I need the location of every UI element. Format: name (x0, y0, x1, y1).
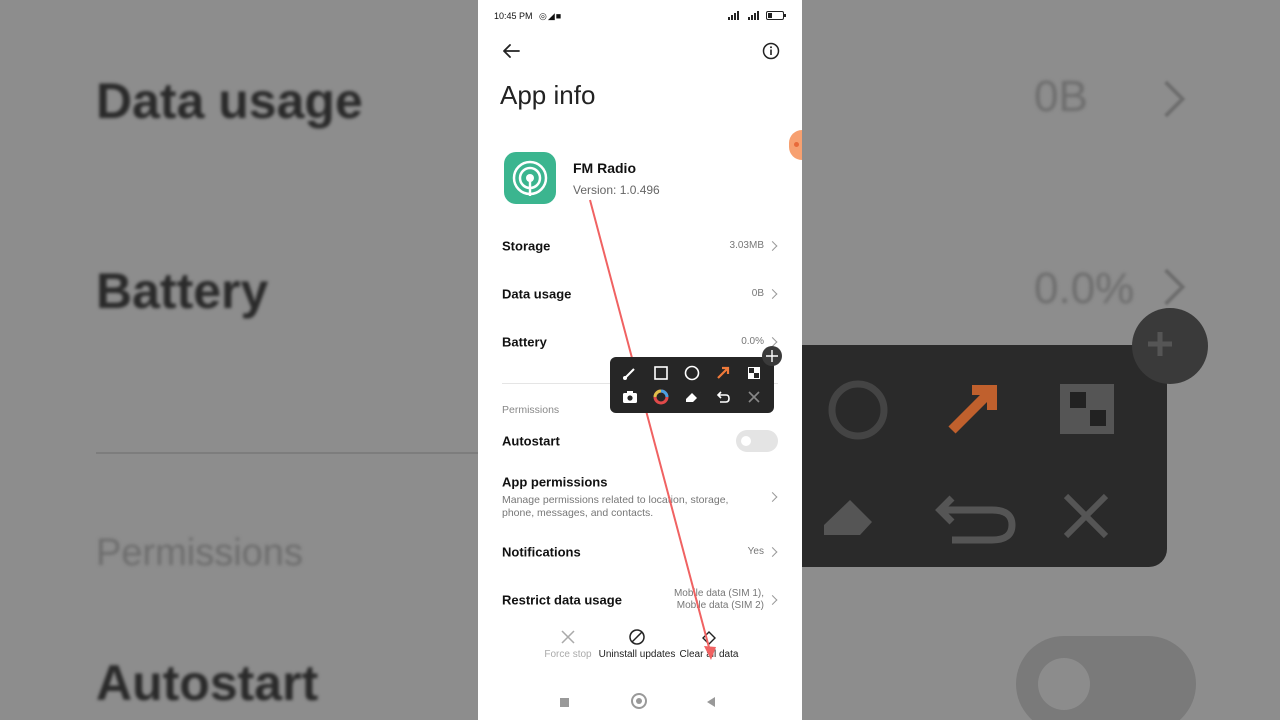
bg-autostart-label: Autostart (96, 655, 319, 711)
system-back-button[interactable] (707, 697, 715, 707)
home-button[interactable] (631, 693, 647, 709)
undo-icon[interactable] (713, 387, 733, 407)
storage-row[interactable]: Storage 3.03MB (502, 226, 778, 266)
close-toolbar-icon[interactable] (744, 387, 764, 407)
bg-divider (96, 452, 478, 454)
signal-icon (727, 11, 740, 21)
chevron-right-icon (767, 547, 778, 557)
force-stop-button[interactable]: Force stop (538, 628, 598, 660)
app-permissions-description: Manage permissions related to location, … (502, 494, 729, 519)
page-title: App info (500, 80, 596, 110)
circle-icon[interactable] (682, 363, 702, 383)
chevron-right-icon (767, 492, 778, 502)
bg-data-usage-label: Data usage (96, 73, 363, 129)
notifications-row[interactable]: Notifications Yes (502, 532, 778, 572)
battery-value: 0.0% (741, 336, 764, 347)
radio-tower-icon (512, 160, 548, 196)
data-usage-row[interactable]: Data usage 0B (502, 274, 778, 314)
status-bar: 10:45 PM ◎◢■ . (494, 10, 786, 24)
bg-chevron-icon (1148, 80, 1186, 118)
annotation-toolbar (610, 357, 774, 413)
autostart-toggle[interactable] (736, 430, 778, 452)
app-version: Version: 1.0.496 (573, 183, 660, 197)
clear-all-data-label: Clear all data (679, 649, 739, 660)
mosaic-icon[interactable] (744, 363, 764, 383)
data-usage-value: 0B (751, 288, 764, 299)
recents-button[interactable] (560, 698, 569, 707)
app-name: FM Radio (573, 160, 636, 176)
uninstall-updates-label: Uninstall updates (598, 649, 676, 660)
chevron-right-icon (767, 241, 778, 251)
force-stop-label: Force stop (544, 649, 592, 660)
block-icon (629, 629, 645, 645)
background-right: 0B 0.0% (802, 0, 1280, 720)
whatsapp-icon: ◎ (539, 11, 548, 21)
move-handle-icon[interactable] (762, 346, 782, 366)
eraser-icon (702, 631, 716, 645)
battery-row[interactable]: Battery 0.0% (502, 322, 778, 362)
chevron-right-icon (767, 595, 778, 605)
floating-overlay-bubble[interactable] (789, 130, 802, 160)
video-icon: ■ (555, 11, 563, 21)
bg-data-usage-value: 0B (1034, 72, 1088, 121)
restrict-data-value-line1: Mobile data (SIM 1), (673, 588, 764, 599)
arrow-tool-icon[interactable] (713, 363, 733, 383)
brush-icon[interactable] (620, 363, 640, 383)
app-permissions-label: App permissions (502, 474, 608, 490)
autostart-row[interactable]: Autostart (502, 421, 778, 461)
storage-label: Storage (502, 238, 551, 254)
close-icon (561, 630, 575, 644)
bg-autostart-toggle (1016, 636, 1196, 720)
phone-screen: 10:45 PM ◎◢■ . App info FM Radio Version… (478, 0, 802, 720)
telegram-icon: ◢ (547, 11, 556, 21)
signal-icon (747, 11, 760, 21)
restrict-data-usage-value: Mobile data (SIM 1), Mobile data (SIM 2) (674, 588, 764, 612)
back-arrow-icon[interactable] (500, 40, 522, 62)
restrict-data-value-line2: Mobile data (SIM 2) (676, 600, 764, 611)
chevron-right-icon (767, 289, 778, 299)
notifications-value: Yes (747, 546, 764, 557)
status-notification-icons: ◎◢■ (539, 11, 562, 22)
storage-value: 3.03MB (729, 240, 764, 251)
app-permissions-row[interactable]: App permissions Manage permissions relat… (502, 472, 778, 522)
clear-all-data-button[interactable]: Clear all data (678, 628, 740, 660)
info-icon[interactable] (762, 42, 780, 60)
fm-radio-app-icon (504, 152, 556, 204)
autostart-label: Autostart (502, 433, 560, 449)
notifications-label: Notifications (502, 544, 581, 560)
status-right-icons: . (726, 11, 786, 21)
bg-battery-label: Battery (96, 263, 269, 319)
data-usage-label: Data usage (502, 286, 572, 302)
background-left: Data usage Battery Permissions Autostart (0, 0, 478, 720)
rectangle-icon[interactable] (651, 363, 671, 383)
bg-toolbar-icons (824, 332, 1172, 544)
eraser-tool-icon[interactable] (682, 387, 702, 407)
battery-label: Battery (502, 334, 547, 350)
camera-icon[interactable] (620, 387, 640, 407)
uninstall-updates-button[interactable]: Uninstall updates (596, 628, 678, 660)
restrict-data-usage-row[interactable]: Restrict data usage Mobile data (SIM 1),… (502, 580, 778, 620)
bottom-actions: Force stop Uninstall updates Clear all d… (478, 628, 802, 668)
color-picker-icon[interactable] (651, 387, 671, 407)
restrict-data-usage-label: Restrict data usage (502, 592, 622, 608)
status-time: 10:45 PM (494, 11, 533, 21)
system-navigation-bar (478, 684, 802, 720)
bg-permissions-label: Permissions (96, 532, 303, 574)
permissions-section-title: Permissions (502, 404, 560, 416)
battery-icon: . (766, 11, 786, 21)
